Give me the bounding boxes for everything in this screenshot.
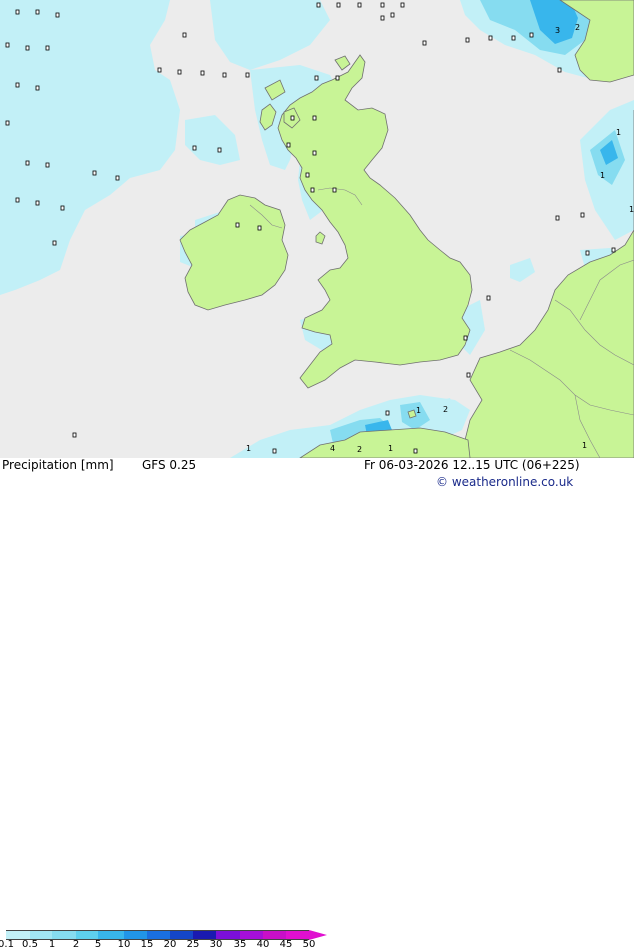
precip-value-label: 2 — [575, 23, 580, 32]
colorbar-tick-label: 15 — [140, 939, 154, 950]
colorbar-segment — [170, 930, 193, 940]
precip-value-label: 2 — [443, 405, 448, 414]
colorbar-tick-label: 5 — [94, 939, 102, 950]
variable-title: Precipitation [mm] — [2, 458, 114, 472]
colorbar-segment — [240, 930, 263, 940]
colorbar-segment — [52, 930, 76, 940]
colorbar-arrow — [309, 930, 327, 940]
colorbar-segment — [6, 930, 30, 940]
colorbar-tick-label: 45 — [279, 939, 293, 950]
precip-value-label: 4 — [330, 444, 335, 453]
colorbar-tick-label: 2 — [72, 939, 80, 950]
colorbar-segment — [193, 930, 216, 940]
colorbar-tick-label: 40 — [256, 939, 270, 950]
colorbar-tick-label: 0.5 — [22, 939, 38, 950]
precip-value-label: 1 — [388, 444, 393, 453]
precip-value-label: 1 — [600, 171, 605, 180]
colorbar-tick-label: 25 — [186, 939, 200, 950]
precip-value-label: 1 — [416, 406, 421, 415]
colorbar-tick-label: 50 — [302, 939, 316, 950]
colorbar-segment — [30, 930, 52, 940]
precipitation-map: 1 2 3 1 1 1 1 2 2 1 4 1 — [0, 0, 634, 458]
colorbar-segment — [98, 930, 124, 940]
colorbar-segment — [147, 930, 170, 940]
colorbar-tick-label: 30 — [209, 939, 223, 950]
colorbar-segment — [263, 930, 286, 940]
model-name: GFS 0.25 — [142, 458, 197, 472]
colorbar-segment — [76, 930, 98, 940]
legend-footer: Precipitation [mm] GFS 0.25 Fr 06-03-202… — [0, 458, 634, 950]
precip-value-label: 1 — [616, 128, 621, 137]
colorbar-tick-label: 0.1 — [0, 939, 14, 950]
colorbar-tick-label: 10 — [117, 939, 131, 950]
precip-value-label: 1 — [246, 444, 251, 453]
credit-text: © weatheronline.co.uk — [436, 475, 574, 489]
precip-value-label: 1 — [582, 441, 587, 450]
colorbar-segment — [286, 930, 309, 940]
colorbar-tick-label: 1 — [48, 939, 56, 950]
valid-time: Fr 06-03-2026 12..15 UTC (06+225) — [364, 458, 580, 472]
colorbar-tick-label: 35 — [233, 939, 247, 950]
colorbar-segment — [124, 930, 147, 940]
precip-value-label: 2 — [357, 445, 362, 454]
colorbar-segment — [216, 930, 240, 940]
precip-value-label: 3 — [555, 26, 560, 35]
colorbar-tick-label: 20 — [163, 939, 177, 950]
precip-value-label: 1 — [629, 205, 634, 214]
